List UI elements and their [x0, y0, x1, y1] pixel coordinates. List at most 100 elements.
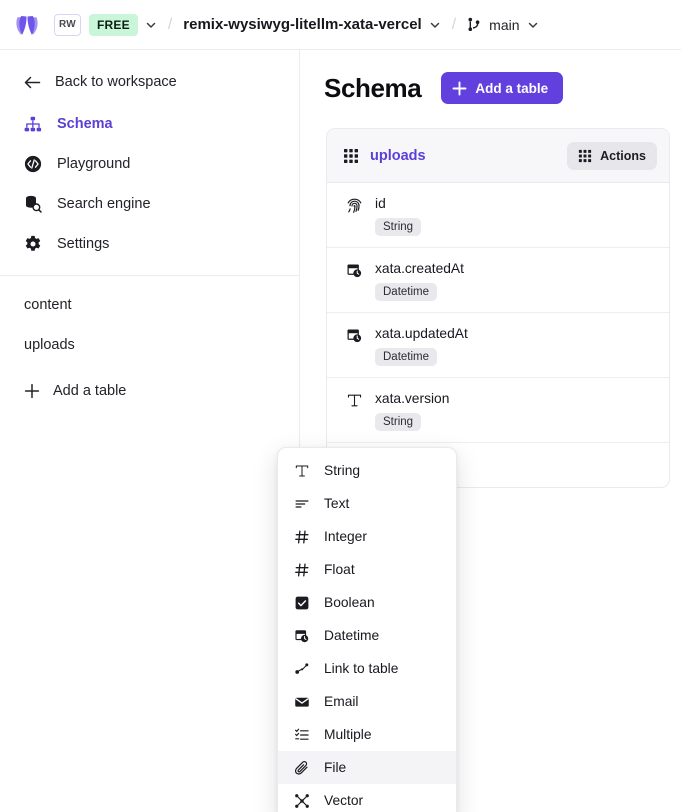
column-info: xata.createdAt Datetime	[375, 261, 464, 301]
sidebar-add-table-label: Add a table	[53, 383, 127, 399]
table-actions-label: Actions	[600, 148, 646, 163]
column-name: xata.createdAt	[375, 261, 464, 276]
column-name: xata.version	[375, 391, 450, 406]
menu-item-multiple-label: Multiple	[324, 727, 372, 742]
sidebar-item-search-engine[interactable]: Search engine	[0, 184, 299, 224]
arrow-left-icon	[24, 75, 41, 90]
plus-icon	[24, 383, 40, 399]
database-chevron-down-icon[interactable]	[429, 19, 441, 31]
workspace-badge[interactable]: RW	[54, 13, 81, 36]
link-nodes-icon	[292, 661, 312, 677]
calendar-clock-icon	[343, 326, 365, 344]
hash-icon	[292, 529, 312, 545]
menu-item-link-to-table-label: Link to table	[324, 661, 399, 676]
gear-icon	[24, 235, 44, 253]
column-info: id String	[375, 196, 422, 236]
table-row[interactable]: xata.version String	[327, 378, 669, 443]
text-t-icon	[343, 391, 365, 409]
git-branch-icon	[467, 17, 481, 32]
sidebar-item-schema-label: Schema	[57, 116, 113, 132]
branch-selector[interactable]: main	[467, 17, 538, 33]
menu-item-email-label: Email	[324, 694, 359, 709]
calendar-clock-icon	[343, 261, 365, 279]
fingerprint-icon	[343, 196, 365, 214]
checkbox-icon	[292, 595, 312, 611]
menu-item-datetime[interactable]: Datetime	[278, 619, 456, 652]
branch-chevron-down-icon	[527, 19, 539, 31]
menu-item-boolean[interactable]: Boolean	[278, 586, 456, 619]
menu-item-email[interactable]: Email	[278, 685, 456, 718]
menu-item-vector[interactable]: Vector	[278, 784, 456, 812]
table-row[interactable]: xata.createdAt Datetime	[327, 248, 669, 313]
menu-item-link-to-table[interactable]: Link to table	[278, 652, 456, 685]
menu-item-file-label: File	[324, 760, 347, 775]
menu-item-text[interactable]: Text	[278, 487, 456, 520]
column-type-badge: String	[375, 413, 422, 431]
plan-badge-label: FREE	[97, 17, 130, 32]
sidebar-item-search-engine-label: Search engine	[57, 196, 151, 212]
workspace-badge-label: RW	[59, 19, 76, 30]
page-title: Schema	[324, 72, 422, 103]
hash-icon	[292, 562, 312, 578]
paperclip-icon	[292, 760, 312, 776]
menu-item-boolean-label: Boolean	[324, 595, 375, 610]
menu-item-text-label: Text	[324, 496, 350, 511]
xata-butterfly-logo-icon[interactable]	[14, 12, 40, 38]
database-name-breadcrumb[interactable]: remix-wysiwyg-litellm-xata-vercel	[183, 16, 421, 33]
column-type-badge: String	[375, 218, 422, 236]
menu-item-datetime-label: Datetime	[324, 628, 380, 643]
menu-item-multiple[interactable]: Multiple	[278, 718, 456, 751]
top-bar: RW FREE / remix-wysiwyg-litellm-xata-ver…	[0, 0, 681, 50]
grid-icon	[343, 148, 359, 164]
table-row[interactable]: id String	[327, 183, 669, 248]
menu-item-float-label: Float	[324, 562, 355, 577]
menu-item-float[interactable]: Float	[278, 553, 456, 586]
breadcrumb-separator-1: /	[167, 15, 173, 33]
add-a-table-button[interactable]: Add a table	[441, 72, 564, 104]
schema-tree-icon	[24, 116, 44, 133]
table-card-uploads: uploads Actions id String xata.createdAt…	[326, 128, 670, 488]
add-a-table-button-label: Add a table	[475, 80, 549, 96]
database-search-icon	[24, 195, 44, 213]
sidebar-item-schema[interactable]: Schema	[0, 104, 299, 144]
column-info: xata.updatedAt Datetime	[375, 326, 468, 366]
menu-item-integer-label: Integer	[324, 529, 367, 544]
list-check-icon	[292, 727, 312, 743]
plan-badge[interactable]: FREE	[89, 13, 138, 36]
sidebar-table-content[interactable]: content	[0, 285, 299, 325]
sidebar-tables-list: content uploads Add a table	[0, 276, 299, 411]
column-type-dropdown-menu: String Text Integer Float Boolean Dateti…	[277, 447, 457, 812]
branch-name-label: main	[489, 16, 520, 33]
vector-nodes-icon	[292, 793, 312, 809]
sidebar-table-uploads[interactable]: uploads	[0, 325, 299, 365]
menu-item-string-label: String	[324, 463, 361, 478]
column-type-badge: Datetime	[375, 348, 438, 366]
sidebar-item-playground-label: Playground	[57, 156, 131, 172]
menu-item-file[interactable]: File	[278, 751, 456, 784]
table-row[interactable]: xata.updatedAt Datetime	[327, 313, 669, 378]
column-info: xata.version String	[375, 391, 449, 431]
sidebar-add-table-button[interactable]: Add a table	[0, 371, 299, 411]
plus-icon	[452, 81, 467, 96]
column-name: id	[375, 196, 386, 211]
back-to-workspace-button[interactable]: Back to workspace	[0, 60, 299, 104]
sidebar-item-playground[interactable]: Playground	[0, 144, 299, 184]
back-to-workspace-label: Back to workspace	[55, 74, 177, 90]
table-name-label[interactable]: uploads	[370, 148, 567, 164]
calendar-clock-icon	[292, 628, 312, 644]
plan-chevron-down-icon[interactable]	[145, 19, 157, 31]
xata-schema-page: RW FREE / remix-wysiwyg-litellm-xata-ver…	[0, 0, 681, 812]
table-card-header: uploads Actions	[327, 129, 669, 183]
sidebar-item-settings-label: Settings	[57, 236, 110, 252]
sidebar-item-settings[interactable]: Settings	[0, 224, 299, 264]
menu-item-integer[interactable]: Integer	[278, 520, 456, 553]
envelope-icon	[292, 694, 312, 710]
breadcrumb-separator-2: /	[451, 15, 457, 33]
sidebar-table-uploads-label: uploads	[24, 337, 75, 353]
menu-item-vector-label: Vector	[324, 793, 364, 808]
text-t-icon	[292, 463, 312, 479]
column-name: xata.updatedAt	[375, 326, 468, 341]
menu-item-string[interactable]: String	[278, 454, 456, 487]
sidebar-table-content-label: content	[24, 297, 72, 313]
table-actions-button[interactable]: Actions	[567, 141, 657, 170]
